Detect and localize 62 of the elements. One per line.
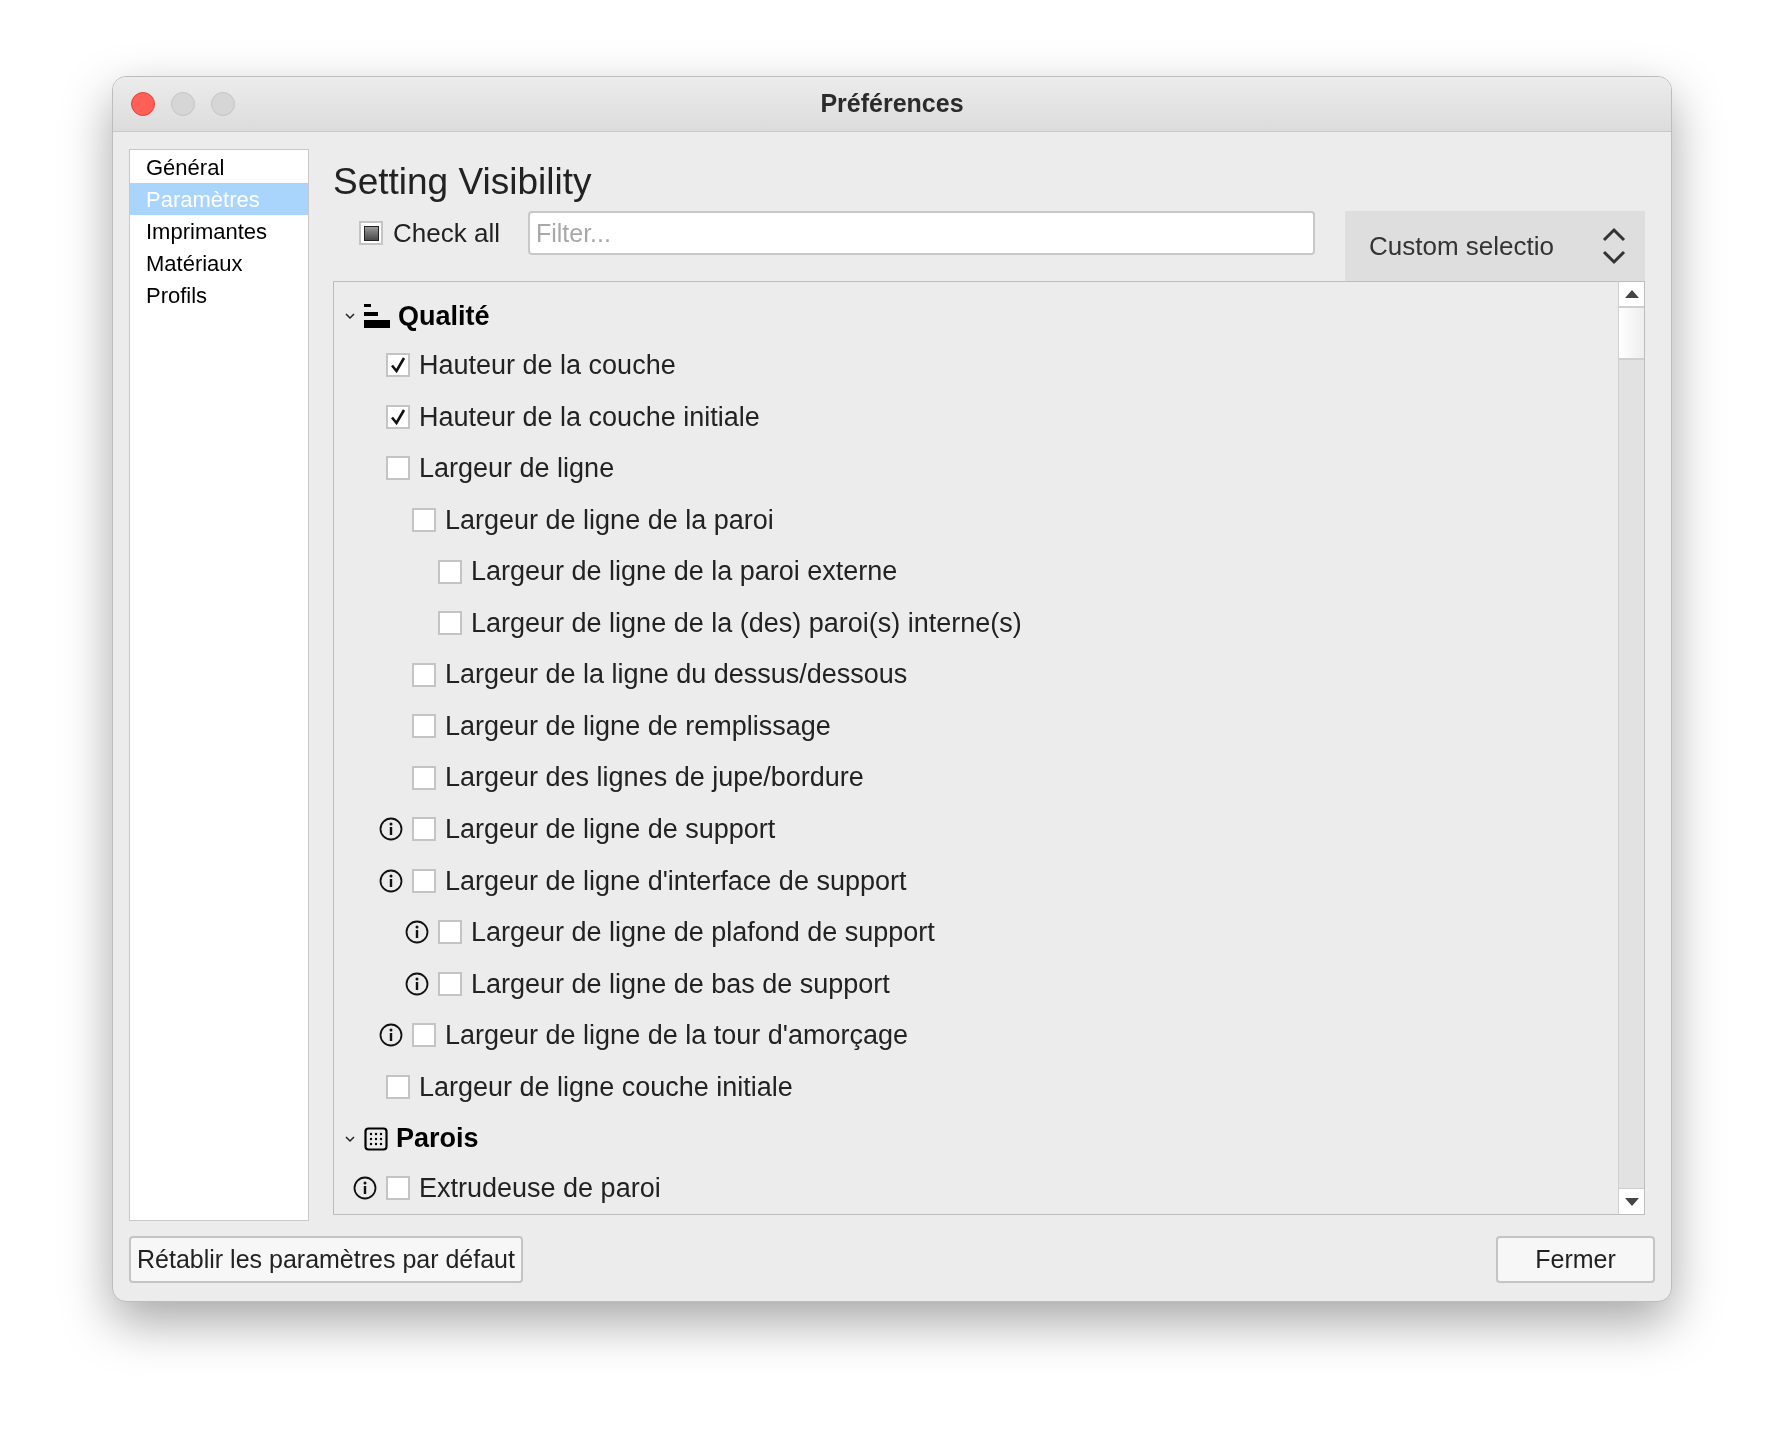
close-button[interactable]: Fermer bbox=[1496, 1236, 1655, 1283]
sidebar-item[interactable]: Matériaux bbox=[130, 247, 308, 279]
setting-label: Largeur de ligne de la (des) paroi(s) interne(s) bbox=[471, 606, 1022, 640]
checkbox[interactable] bbox=[438, 971, 462, 996]
setting-label: Largeur de ligne de la paroi bbox=[445, 503, 774, 537]
info-icon[interactable] bbox=[405, 920, 429, 945]
layers-icon bbox=[364, 303, 390, 328]
setting-label: Hauteur de la couche initiale bbox=[419, 400, 760, 434]
scrollbar[interactable] bbox=[1618, 282, 1644, 1214]
setting-label: Largeur de ligne bbox=[419, 452, 615, 486]
setting-label: Largeur de ligne de plafond de support bbox=[471, 916, 935, 950]
checkbox[interactable] bbox=[438, 611, 462, 636]
checkbox[interactable] bbox=[386, 1176, 410, 1201]
scroll-down-icon[interactable] bbox=[1624, 1197, 1639, 1206]
setting-label: Hauteur de la couche bbox=[419, 349, 676, 383]
checkbox[interactable] bbox=[438, 559, 462, 584]
section-title: Qualité bbox=[398, 299, 490, 333]
filter-field[interactable]: Filter... bbox=[527, 211, 1315, 255]
section-title: Parois bbox=[396, 1122, 479, 1156]
preset-dropdown[interactable]: Custom selectio bbox=[1345, 211, 1645, 281]
setting-label: Largeur de ligne d'interface de support bbox=[445, 864, 907, 898]
checkbox[interactable] bbox=[359, 221, 383, 245]
reset-defaults-button[interactable]: Rétablir les paramètres par défaut bbox=[129, 1236, 523, 1283]
setting-label: Largeur de ligne de la paroi externe bbox=[471, 555, 898, 589]
checkbox[interactable] bbox=[412, 868, 436, 893]
checkbox[interactable] bbox=[412, 765, 436, 790]
updown-icon bbox=[1601, 226, 1627, 266]
checkbox[interactable] bbox=[386, 456, 410, 481]
scroll-up-icon[interactable] bbox=[1624, 290, 1639, 298]
checkbox[interactable] bbox=[412, 508, 436, 532]
sidebar-item[interactable]: Général bbox=[130, 151, 308, 183]
sidebar-item[interactable]: Imprimantes bbox=[130, 215, 308, 247]
scrollbar-thumb[interactable] bbox=[1619, 308, 1644, 360]
checkbox[interactable] bbox=[412, 714, 436, 739]
window-title: Préférences bbox=[820, 88, 964, 120]
checkbox[interactable] bbox=[412, 817, 436, 842]
sidebar-item[interactable]: Profils bbox=[130, 279, 308, 311]
checkbox[interactable] bbox=[412, 1023, 436, 1048]
setting-label: Largeur de ligne de remplissage bbox=[445, 709, 831, 743]
setting-label: Largeur de ligne de bas de support bbox=[471, 967, 890, 1001]
check-all-label: Check all bbox=[393, 216, 500, 250]
setting-label: Largeur de la ligne du dessus/dessous bbox=[445, 658, 908, 692]
grid-icon bbox=[364, 1126, 388, 1151]
setting-label: Extrudeuse de paroi bbox=[419, 1171, 661, 1205]
checkbox[interactable] bbox=[386, 404, 410, 429]
close-window-button[interactable] bbox=[131, 92, 155, 116]
checkbox[interactable] bbox=[438, 920, 462, 945]
page-heading: Setting Visibility bbox=[333, 160, 593, 204]
setting-label: Largeur des lignes de jupe/bordure bbox=[445, 761, 864, 795]
checkbox[interactable] bbox=[386, 1075, 410, 1099]
setting-label: Largeur de ligne de support bbox=[445, 813, 776, 847]
info-icon[interactable] bbox=[353, 1176, 377, 1201]
info-icon[interactable] bbox=[379, 868, 403, 893]
checkbox[interactable] bbox=[386, 353, 410, 378]
info-icon[interactable] bbox=[405, 971, 429, 996]
minimize-window-button[interactable] bbox=[171, 92, 195, 116]
zoom-window-button[interactable] bbox=[211, 92, 235, 116]
info-icon[interactable] bbox=[379, 817, 403, 842]
checkbox[interactable] bbox=[412, 662, 436, 687]
info-icon[interactable] bbox=[379, 1023, 403, 1048]
setting-label: Largeur de ligne couche initiale bbox=[419, 1070, 793, 1104]
setting-label: Largeur de ligne de la tour d'amorçage bbox=[445, 1019, 908, 1053]
